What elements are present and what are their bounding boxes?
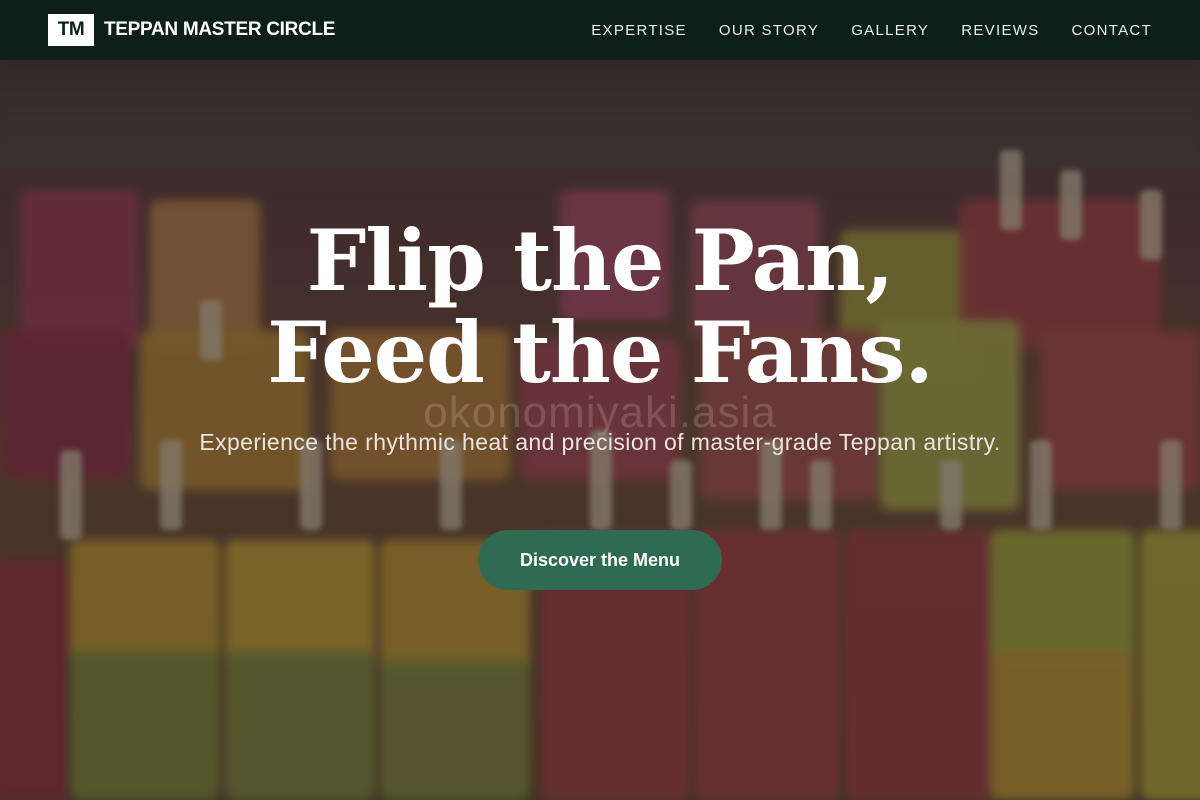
nav-link-contact[interactable]: CONTACT — [1072, 22, 1152, 39]
brand-mark: TM — [48, 14, 94, 46]
hero-headline: Flip the Pan, Feed the Fans. — [0, 215, 1200, 399]
hero-headline-line1: Flip the Pan, — [306, 211, 895, 310]
hero-content: Flip the Pan, Feed the Fans. — [0, 215, 1200, 399]
brand-logo[interactable]: TM TEPPAN MASTER CIRCLE — [48, 14, 335, 46]
discover-menu-button[interactable]: Discover the Menu — [478, 530, 722, 590]
nav-link-our-story[interactable]: OUR STORY — [719, 22, 819, 39]
nav-link-expertise[interactable]: EXPERTISE — [591, 22, 687, 39]
brand-name: TEPPAN MASTER CIRCLE — [104, 19, 336, 40]
hero-headline-line2: Feed the Fans. — [267, 303, 934, 402]
top-navbar: TM TEPPAN MASTER CIRCLE EXPERTISE OUR ST… — [0, 0, 1200, 60]
nav-links: EXPERTISE OUR STORY GALLERY REVIEWS CONT… — [591, 22, 1152, 39]
hero-subtitle: Experience the rhythmic heat and precisi… — [199, 429, 1001, 455]
nav-link-reviews[interactable]: REVIEWS — [961, 22, 1039, 39]
nav-link-gallery[interactable]: GALLERY — [851, 22, 929, 39]
